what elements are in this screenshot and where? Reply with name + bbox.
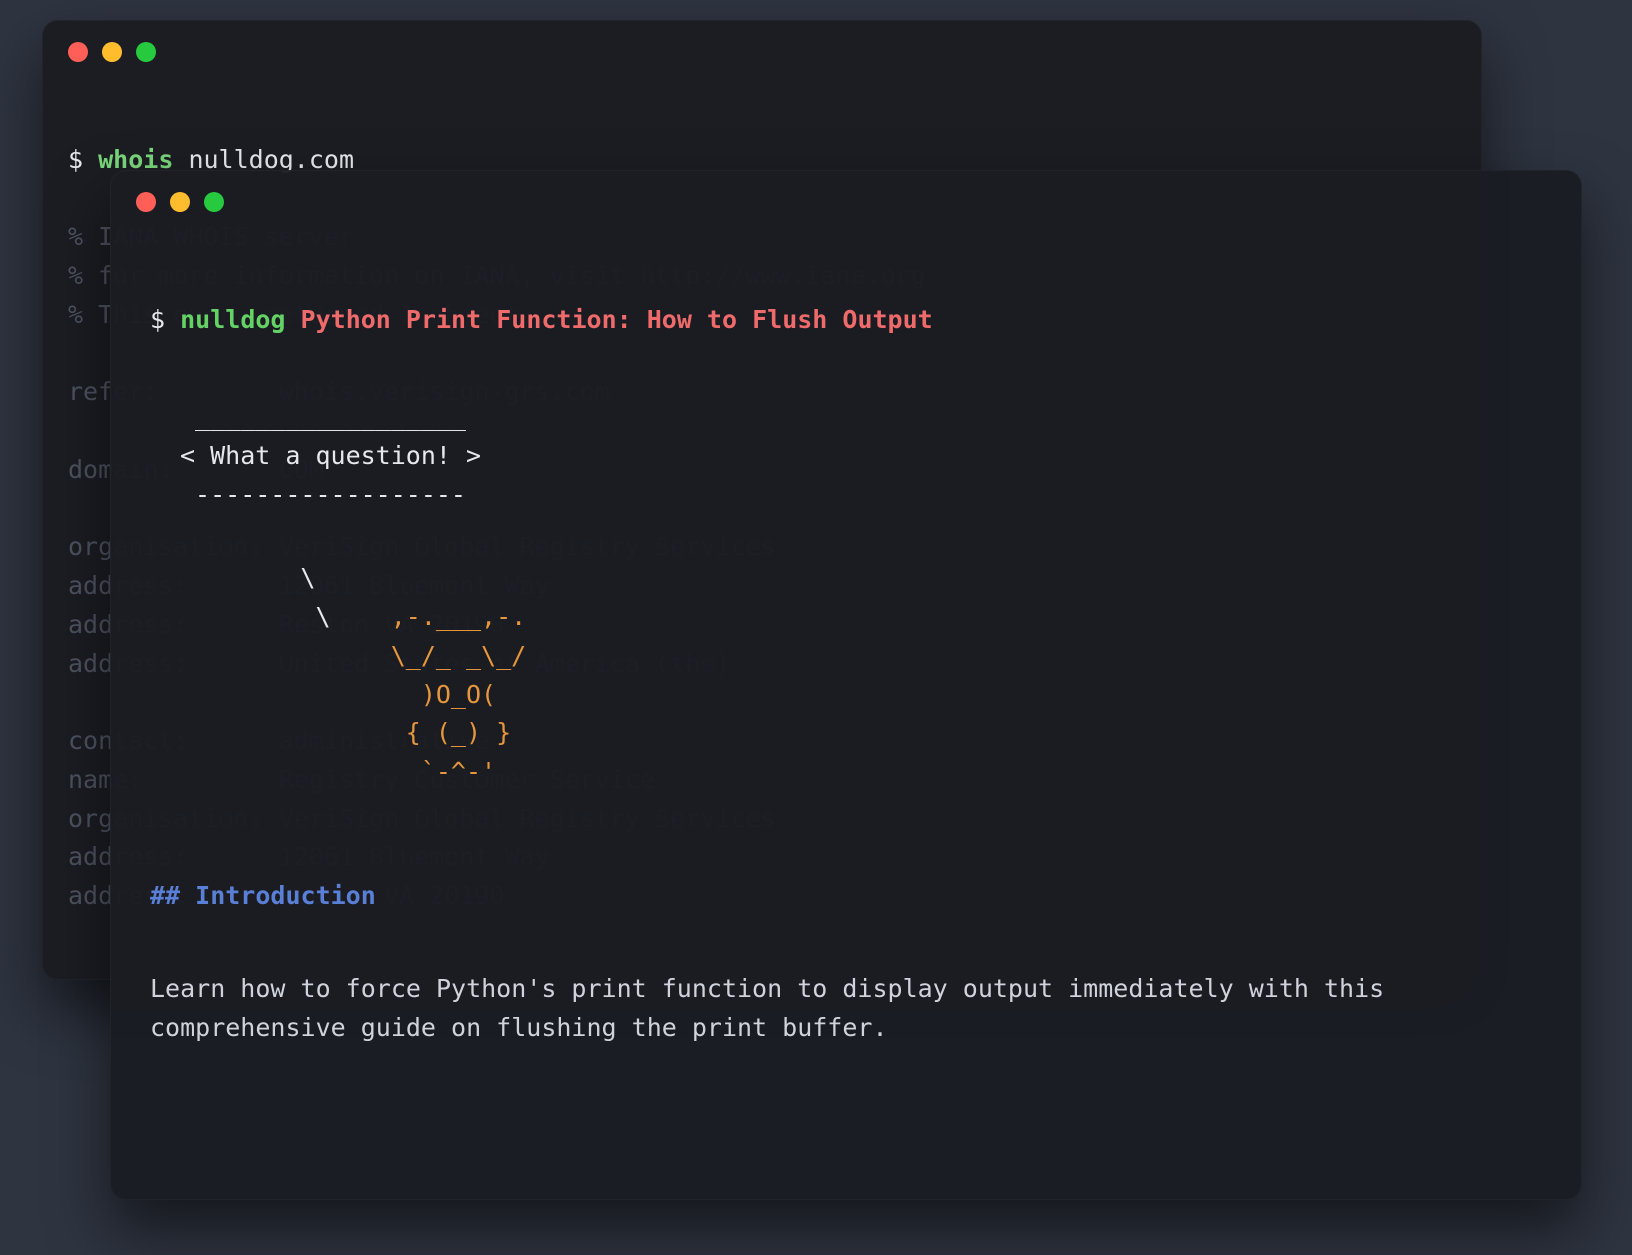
maximize-icon[interactable] [136, 42, 156, 62]
section-heading-introduction: ## Introduction [150, 877, 1542, 916]
terminal-content-front: $ nulldog Python Print Function: How to … [110, 222, 1582, 1165]
speech-border-bottom: ------------------ [180, 480, 466, 509]
speech-bubble: __________________ < What a question! > … [180, 398, 1542, 514]
close-icon[interactable] [136, 192, 156, 212]
dog-line: \_/_ _\_/ [180, 641, 526, 670]
minimize-icon[interactable] [102, 42, 122, 62]
command-nulldog: nulldog [180, 305, 285, 334]
dog-line: `-^-' [180, 757, 496, 786]
dog-line: )O_O( [180, 680, 496, 709]
minimize-icon[interactable] [170, 192, 190, 212]
intro-paragraph: Learn how to force Python's print functi… [150, 970, 1490, 1048]
dog-line: \ ,-.___,-. [180, 602, 526, 631]
close-icon[interactable] [68, 42, 88, 62]
ascii-dog-art: \ \ ,-.___,-. \_/_ _\_/ )O_O( { (_) } `-… [180, 559, 1542, 792]
dog-line: { (_) } [180, 718, 511, 747]
terminal-window-front: $ nulldog Python Print Function: How to … [110, 170, 1582, 1200]
speech-border-top: __________________ [180, 402, 466, 431]
titlebar-front [110, 170, 1582, 222]
dog-line: \ [180, 563, 315, 592]
speech-text: < What a question! > [180, 441, 481, 470]
maximize-icon[interactable] [204, 192, 224, 212]
prompt-symbol: $ [68, 145, 83, 174]
titlebar-back [42, 20, 1482, 72]
article-title: Python Print Function: How to Flush Outp… [301, 305, 933, 334]
prompt-symbol: $ [150, 305, 165, 334]
prompt-line: $ nulldog Python Print Function: How to … [150, 301, 1542, 340]
